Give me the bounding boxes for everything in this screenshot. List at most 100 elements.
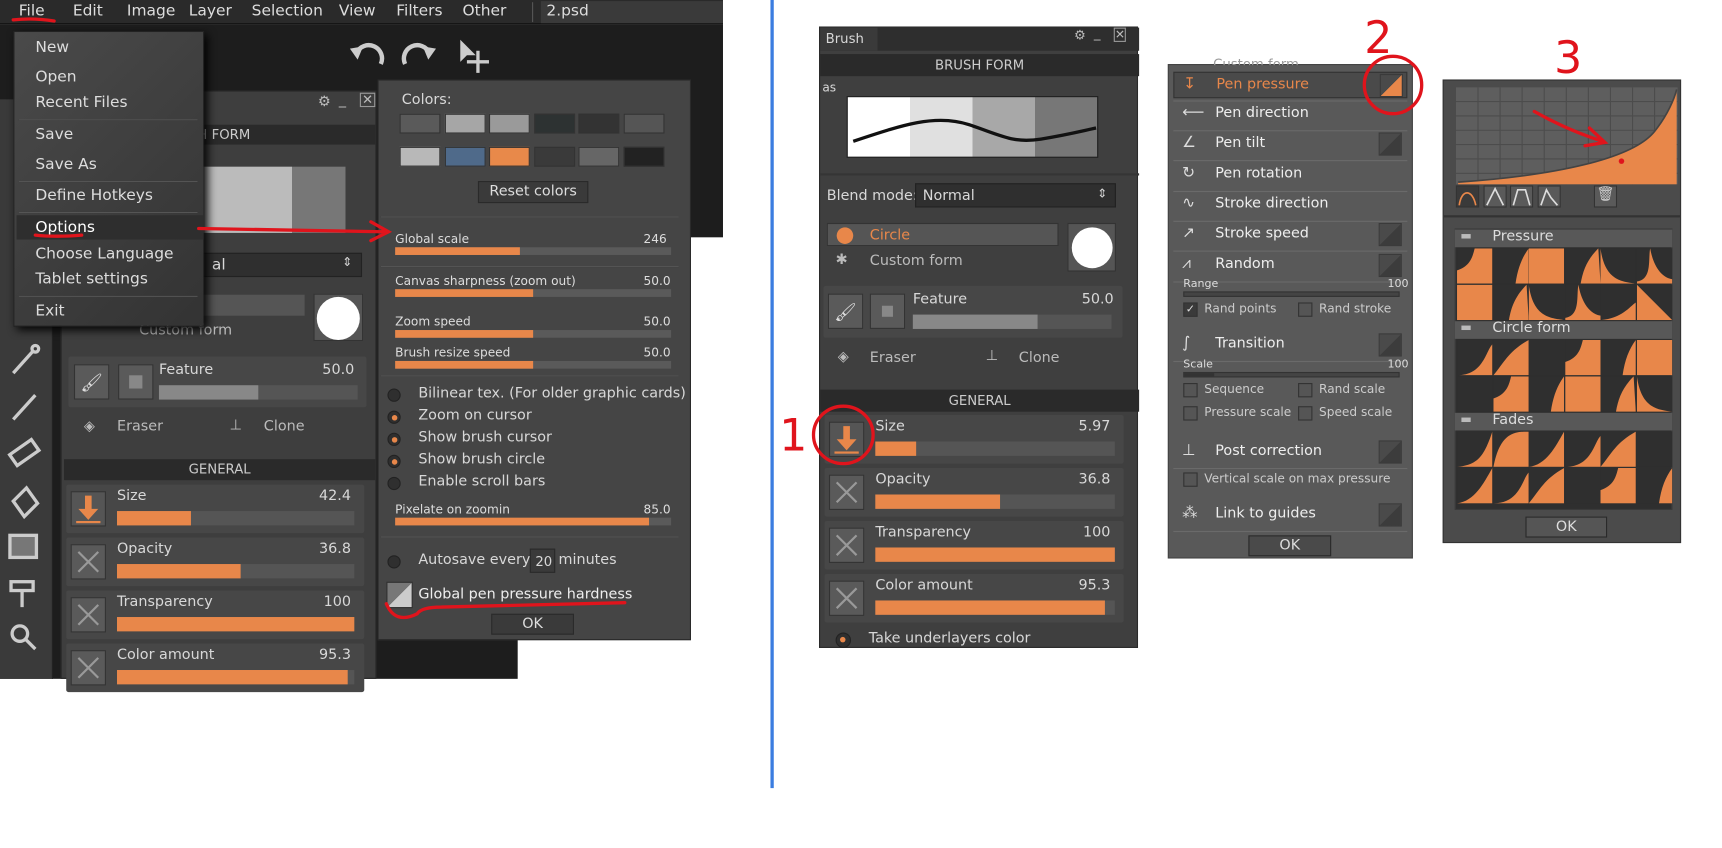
- circle-form-option[interactable]: Circle: [826, 222, 1059, 247]
- menu-filters[interactable]: Filters: [396, 2, 442, 20]
- color-swatch[interactable]: [399, 146, 441, 167]
- curve-preset-tile[interactable]: [1636, 468, 1672, 504]
- pen-pressure-curve-button[interactable]: [386, 581, 413, 609]
- autosave-minutes-input[interactable]: 20: [529, 548, 556, 573]
- curve-preset-tile[interactable]: [1528, 248, 1565, 284]
- document-name-field[interactable]: 2.psd: [540, 1, 723, 24]
- option-radio[interactable]: [387, 476, 401, 491]
- preset-group-fades[interactable]: ▬ Fades: [1454, 412, 1673, 431]
- menu-layer[interactable]: Layer: [189, 2, 232, 20]
- menu-item-save[interactable]: Save: [35, 126, 73, 144]
- option-radio[interactable]: [387, 454, 401, 469]
- autosave-radio[interactable]: [387, 555, 401, 569]
- curve-preset-tile[interactable]: [1636, 248, 1672, 284]
- square-icon[interactable]: [118, 364, 154, 400]
- curve-preset-tile[interactable]: [1600, 376, 1636, 412]
- range-slider[interactable]: [1183, 291, 1400, 297]
- bell-curve-icon[interactable]: [1455, 185, 1480, 208]
- eraser-icon[interactable]: [7, 437, 42, 468]
- rand-points-checkbox[interactable]: ✓: [1183, 302, 1198, 317]
- curve-preset-tile[interactable]: [1636, 284, 1672, 321]
- menu-item-new[interactable]: New: [35, 39, 69, 57]
- curve-preset-tile[interactable]: [1528, 339, 1565, 376]
- curve-preset-tile[interactable]: [1457, 468, 1493, 504]
- clone-button[interactable]: Clone: [264, 418, 305, 435]
- x-icon[interactable]: [828, 474, 865, 510]
- move-icon[interactable]: [460, 39, 489, 73]
- curve-preset-tile[interactable]: [1457, 431, 1493, 467]
- curve-preset-tile[interactable]: [1564, 284, 1600, 321]
- sequence-checkbox[interactable]: [1183, 383, 1198, 398]
- peak-curve-icon[interactable]: [1482, 185, 1507, 208]
- ok-button[interactable]: OK: [491, 613, 574, 635]
- curve-preset-tile[interactable]: [1636, 431, 1672, 467]
- pen-pressure-curve-button[interactable]: [1379, 73, 1403, 98]
- color-swatch[interactable]: [533, 146, 575, 167]
- menu-item-exit[interactable]: Exit: [35, 302, 64, 320]
- close-icon[interactable]: ✕: [1113, 27, 1127, 42]
- x-icon[interactable]: [828, 580, 865, 616]
- option-slider-1[interactable]: [395, 289, 672, 297]
- curve-preset-tile[interactable]: [1636, 339, 1672, 376]
- color-swatch[interactable]: [488, 113, 530, 134]
- x-icon[interactable]: [828, 527, 865, 563]
- curve-point[interactable]: [1618, 158, 1625, 164]
- curve-preset-tile[interactable]: [1528, 468, 1565, 504]
- color-swatch[interactable]: [578, 113, 620, 134]
- slider-opacity[interactable]: [875, 494, 1115, 509]
- roller-icon[interactable]: [9, 580, 35, 608]
- slider-transparency[interactable]: [117, 617, 355, 632]
- menu-selection[interactable]: Selection: [252, 2, 323, 20]
- brush-icon[interactable]: [12, 394, 37, 421]
- row-pen-tilt[interactable]: ∠ Pen tilt: [1173, 131, 1407, 157]
- menu-item-recent-files[interactable]: Recent Files: [35, 94, 127, 112]
- row-post-correction[interactable]: ⊥ Post correction: [1173, 439, 1407, 465]
- menu-item-define-hotkeys[interactable]: Define Hotkeys: [35, 187, 153, 205]
- reset-colors-button[interactable]: Reset colors: [477, 181, 589, 204]
- menu-item-options[interactable]: Options: [35, 219, 95, 237]
- row-link-to-guides[interactable]: ⁂ Link to guides: [1173, 502, 1407, 528]
- eraser-icon[interactable]: ◈: [84, 418, 95, 435]
- menu-edit[interactable]: Edit: [73, 2, 103, 20]
- curve-preset-tile[interactable]: [1564, 468, 1600, 504]
- option-radio[interactable]: [387, 410, 401, 424]
- blend-mode-select[interactable]: Normal ⇕: [915, 183, 1116, 208]
- slider-size[interactable]: [875, 441, 1115, 456]
- transition-curve-button[interactable]: [1378, 333, 1402, 357]
- x-icon[interactable]: [70, 650, 106, 686]
- option-slider-4[interactable]: [395, 517, 672, 526]
- skew-curve-icon[interactable]: [1537, 185, 1561, 208]
- slider-size[interactable]: [117, 511, 355, 526]
- curve-preset-tile[interactable]: [1457, 248, 1493, 284]
- gradient-icon[interactable]: [8, 533, 39, 560]
- color-swatch[interactable]: [578, 146, 620, 167]
- menu-item-tablet-settings[interactable]: Tablet settings: [35, 270, 148, 288]
- menu-image[interactable]: Image: [127, 2, 175, 20]
- menu-item-save-as[interactable]: Save As: [35, 156, 96, 174]
- row-random[interactable]: ⩘ Random: [1173, 253, 1407, 279]
- feature-slider[interactable]: [912, 314, 1112, 329]
- option-slider-2[interactable]: [395, 330, 672, 338]
- pressure-curve-graph[interactable]: [1455, 87, 1678, 185]
- eyedropper-icon[interactable]: [12, 343, 41, 375]
- stroke-speed-curve-button[interactable]: [1378, 222, 1402, 247]
- clone-button[interactable]: Clone: [1019, 350, 1060, 367]
- stamp-icon[interactable]: ⊥: [230, 417, 243, 434]
- gear-icon[interactable]: ⚙: [318, 94, 331, 111]
- link-to-guides-curve-button[interactable]: [1378, 503, 1402, 527]
- slider-color-amount[interactable]: [875, 600, 1115, 615]
- scale-slider[interactable]: [1183, 371, 1400, 378]
- random-curve-button[interactable]: [1378, 253, 1402, 278]
- x-icon[interactable]: [70, 597, 106, 633]
- menu-file[interactable]: File: [19, 2, 45, 20]
- post-correction-curve-button[interactable]: [1378, 440, 1402, 464]
- curve-preset-tile[interactable]: [1600, 468, 1636, 504]
- preset-group-circle-form[interactable]: ▬ Circle form: [1454, 320, 1673, 339]
- brush-icon[interactable]: 🖌: [73, 364, 110, 400]
- row-pen-direction[interactable]: ⟵ Pen direction: [1173, 102, 1407, 128]
- speed-scale-checkbox[interactable]: [1298, 406, 1313, 421]
- curve-preset-tile[interactable]: [1636, 376, 1672, 412]
- color-swatch[interactable]: [444, 113, 486, 134]
- curve-preset-tile[interactable]: [1457, 284, 1493, 321]
- color-swatch[interactable]: [623, 146, 664, 167]
